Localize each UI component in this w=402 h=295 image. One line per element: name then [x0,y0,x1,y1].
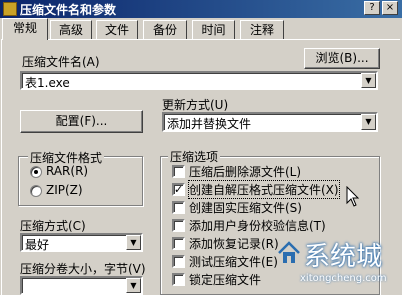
add-authenticity-label[interactable]: 添加用户身份校验信息(T) [189,217,326,234]
tab-files[interactable]: 文件 [96,20,138,39]
archive-name-label: 压缩文件名(A) [22,55,100,69]
profiles-button[interactable]: 配置(F)... [20,110,143,133]
create-solid-checkbox[interactable] [172,201,185,214]
archive-name-value: 表1.exe [25,76,70,90]
rar-radio[interactable] [30,166,42,178]
update-mode-select[interactable]: 添加并替换文件 ▼ [162,112,378,132]
create-sfx-checkbox[interactable]: ✓ [172,183,185,196]
chevron-down-icon[interactable]: ▼ [126,235,141,250]
delete-after-archiving-checkbox[interactable] [172,165,185,178]
create-sfx-label[interactable]: 创建自解压格式压缩文件(X) [188,180,340,199]
tab-time[interactable]: 时间 [192,20,235,39]
archive-name-combo[interactable]: 表1.exe ▼ [20,71,378,90]
browse-button[interactable]: 浏览(B)... [304,48,380,69]
tab-backup[interactable]: 备份 [143,20,187,39]
compression-method-select[interactable]: 最好 ▼ [20,233,143,252]
tab-comment[interactable]: 注释 [240,20,284,39]
zip-radio[interactable] [30,185,42,197]
split-volumes-label: 压缩分卷大小，字节(V) [20,262,146,276]
winrar-app-icon [3,2,17,16]
zip-label[interactable]: ZIP(Z) [46,183,83,197]
help-button[interactable]: ? [364,1,380,15]
tab-advanced[interactable]: 高级 [50,20,92,39]
update-mode-label: 更新方式(U) [162,98,229,112]
watermark-text: 系统城 [304,242,383,272]
chevron-down-icon[interactable]: ▼ [361,73,376,88]
window-title: 压缩文件名和参数 [20,3,117,17]
test-archive-label[interactable]: 测试压缩文件(E) [189,253,278,270]
split-volumes-combo[interactable]: ▼ [20,276,143,295]
test-archive-checkbox[interactable] [172,255,185,268]
add-authenticity-checkbox[interactable] [172,219,185,232]
add-recovery-record-checkbox[interactable] [172,237,185,250]
watermark-house-icon [278,241,300,263]
delete-after-archiving-label[interactable]: 压缩后删除源文件(L) [189,163,301,180]
add-recovery-record-label[interactable]: 添加恢复记录(R) [189,235,279,252]
close-button[interactable]: × [382,1,398,15]
tab-general[interactable]: 常规 [2,18,48,40]
watermark-url: xitongcheng.com [300,273,387,284]
update-mode-value: 添加并替换文件 [167,117,252,131]
chevron-down-icon[interactable]: ▼ [126,278,141,293]
rar-label[interactable]: RAR(R) [46,164,88,178]
compression-method-value: 最好 [25,238,50,252]
lock-archive-label[interactable]: 锁定压缩文件 [189,271,261,288]
chevron-down-icon[interactable]: ▼ [361,114,376,130]
compression-method-label: 压缩方式(C) [20,219,86,233]
radio-selected-dot [34,170,38,174]
lock-archive-checkbox[interactable] [172,273,185,286]
checkmark-icon: ✓ [174,183,184,196]
create-solid-label[interactable]: 创建固实压缩文件(S) [189,199,302,216]
mouse-cursor-icon [346,186,360,207]
